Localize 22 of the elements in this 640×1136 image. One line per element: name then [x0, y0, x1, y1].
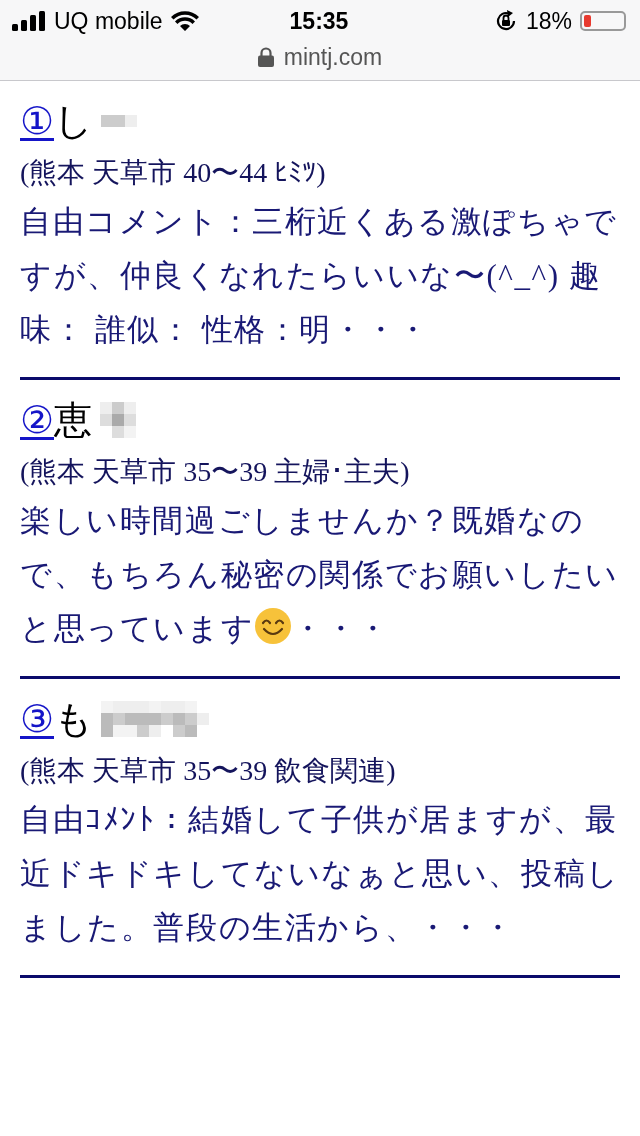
- entry-number-link[interactable]: ①: [20, 102, 54, 140]
- smiling-face-icon: [254, 607, 293, 645]
- entry-number-link[interactable]: ②: [20, 401, 54, 439]
- profile-comment: 自由コメント：三桁近くある激ぽちゃですが、仲良くなれたらいいな〜(^_^) 趣味： 誰似： 性格：明・・・: [20, 203, 619, 349]
- profile-info: (熊本 天草市 40〜44 ﾋﾐﾂ): [20, 156, 327, 190]
- profile-name: し: [54, 102, 93, 140]
- profile-name: も: [54, 700, 93, 738]
- carrier-name: UQ mobile: [54, 7, 163, 35]
- profile-info: (熊本 天草市 35〜39 飲食関連): [20, 754, 397, 788]
- wifi-icon: [170, 11, 199, 31]
- battery-percent: 18%: [525, 7, 572, 35]
- clock-time: 15:35: [289, 7, 349, 35]
- signal-icon: [12, 11, 46, 31]
- entry-number-link[interactable]: ③: [20, 700, 54, 738]
- lock-icon: [257, 47, 274, 67]
- profile-comment: 楽しい時間過ごしませんか？既婚なので、もちろん秘密の関係でお願いしたいと思っています ・・・: [20, 502, 620, 648]
- pixelated-name-drawing: [100, 402, 136, 438]
- profile-name: 恵: [54, 401, 92, 439]
- url-text[interactable]: mintj.com: [283, 43, 383, 71]
- profile-info: (熊本 天草市 35〜39 主婦･主夫): [20, 455, 411, 489]
- profile-comment: 自由ｺﾒﾝﾄ：結婚して子供が居ますが、最近ドキドキしてないなぁと思い、投稿しました。普段の生活から、・・・: [20, 801, 620, 947]
- battery-icon: [580, 11, 626, 31]
